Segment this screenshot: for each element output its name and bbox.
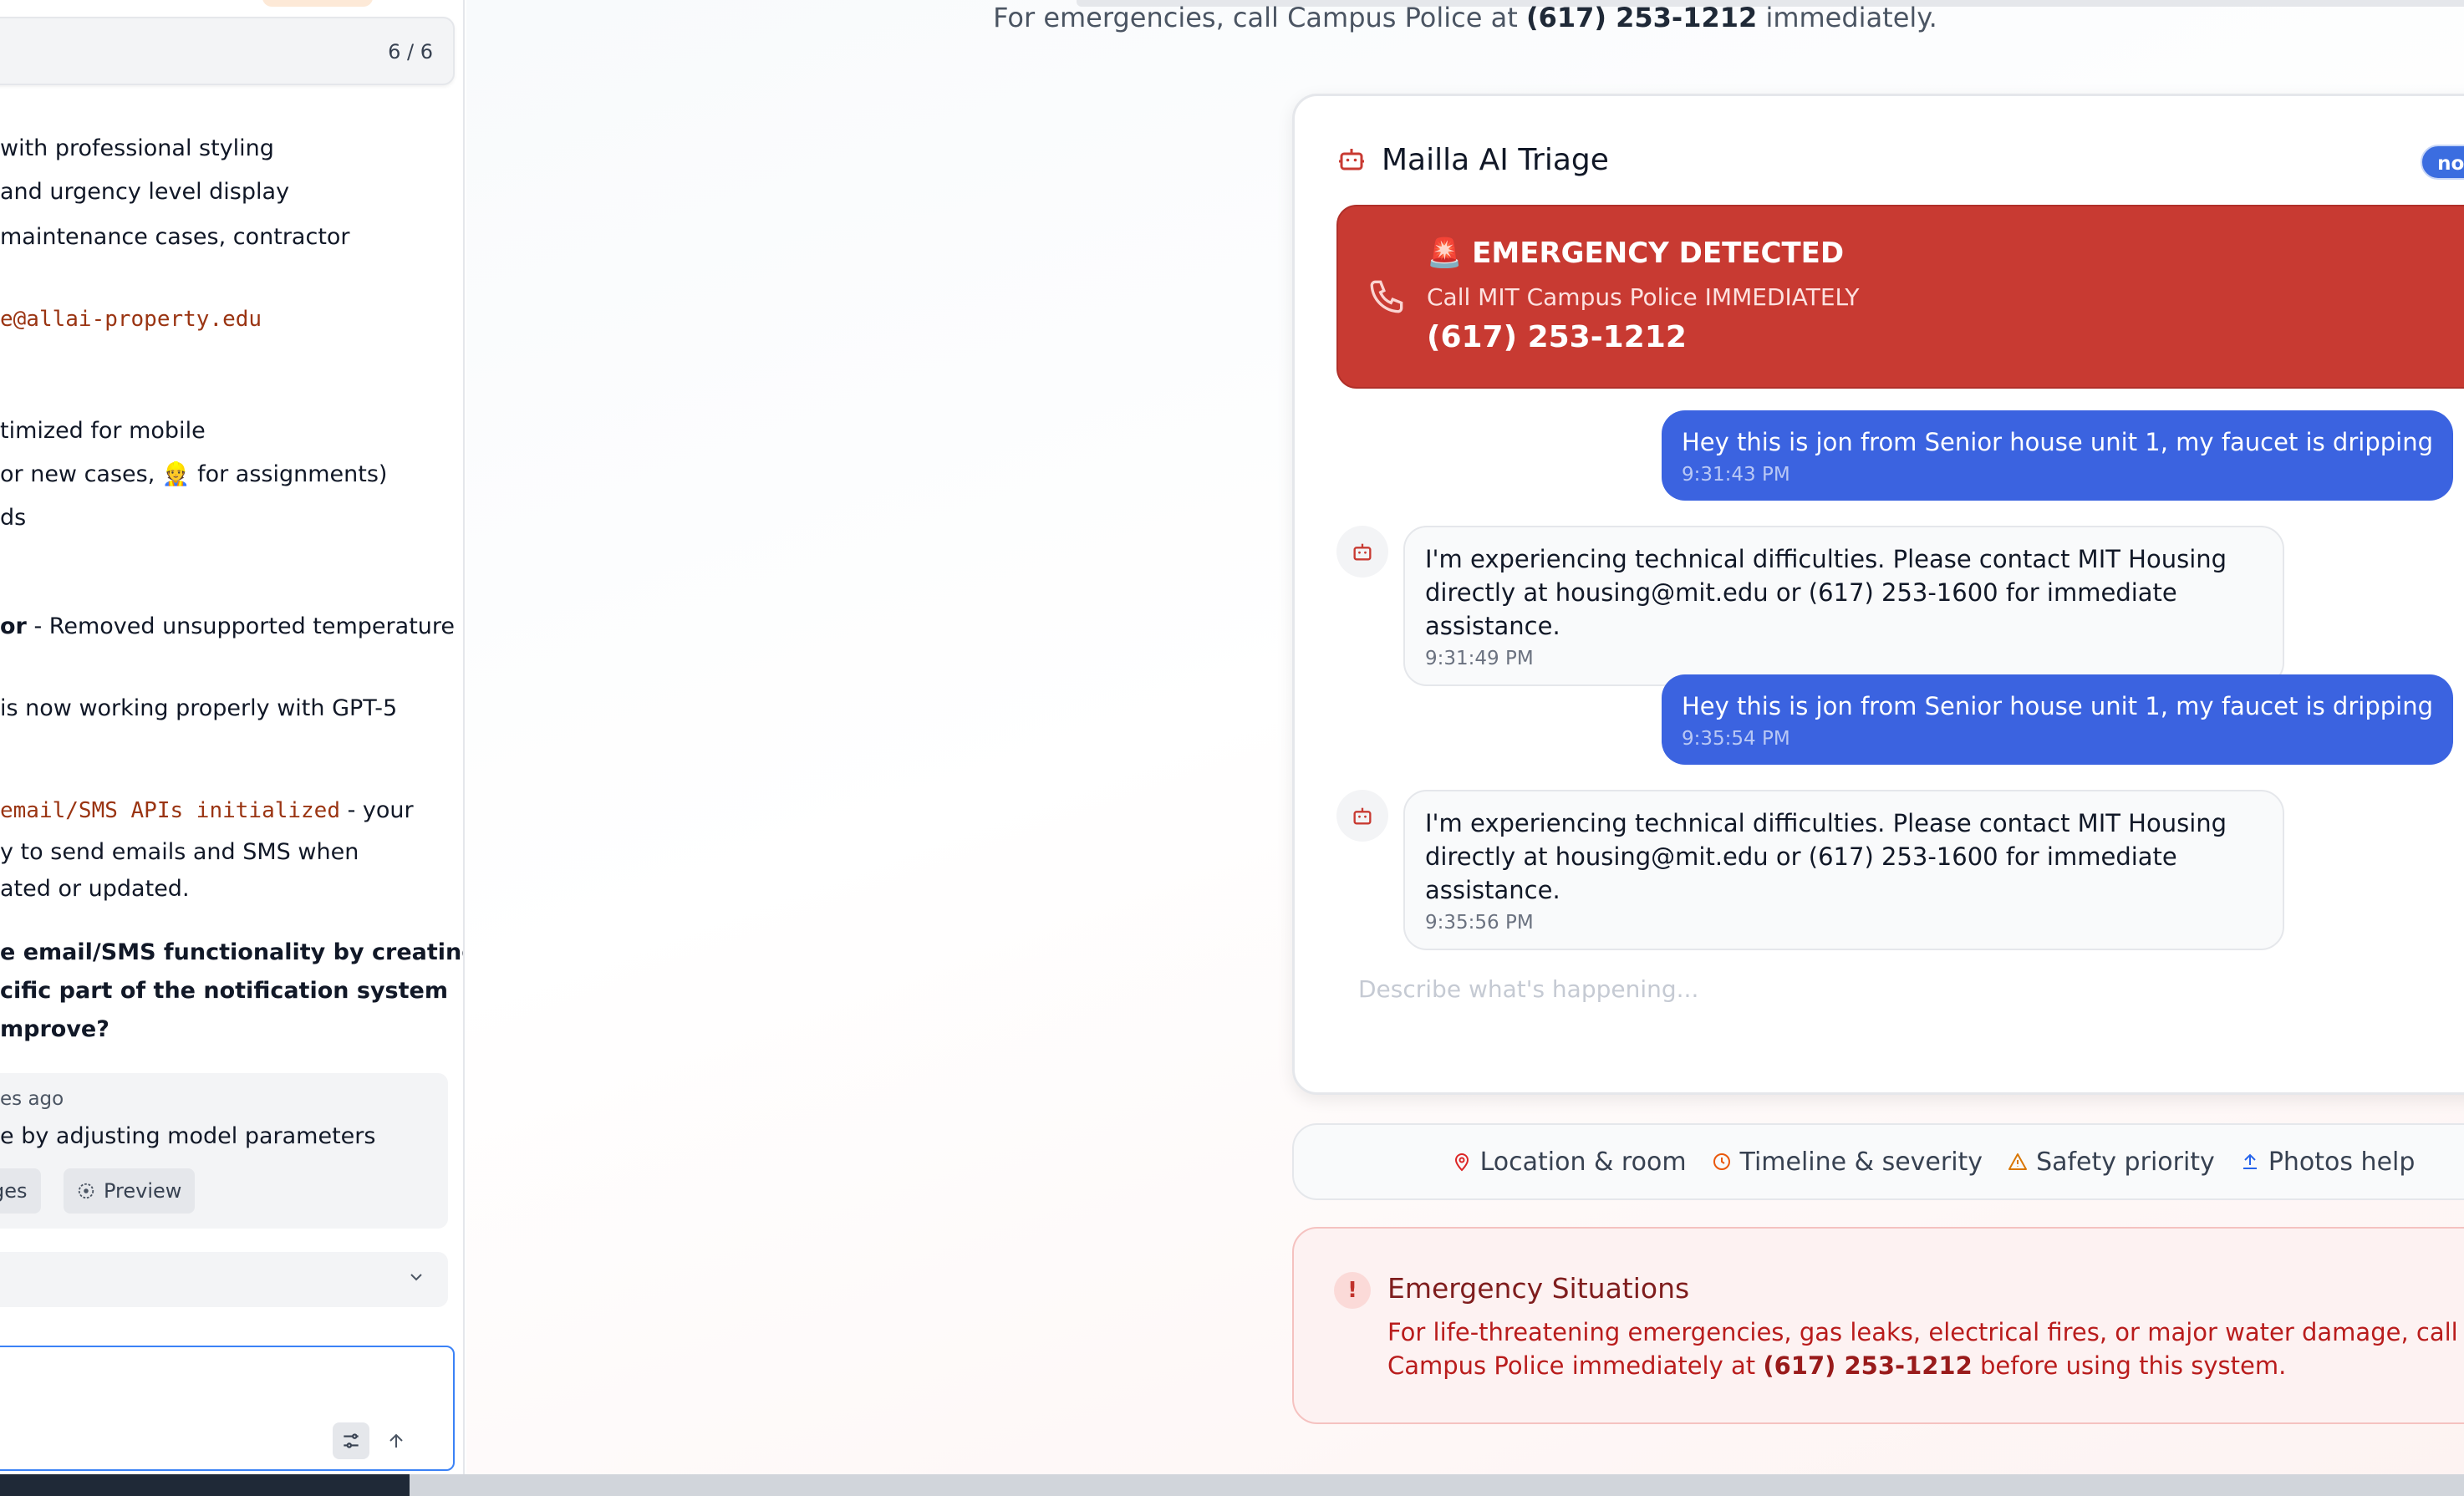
log-line: timized for mobile [0, 418, 206, 444]
screen: 6 / 6 with professional styling and urge… [0, 0, 2464, 1496]
message-time: 9:35:54 PM [1682, 728, 1790, 750]
message-time: 9:31:43 PM [1682, 464, 1790, 486]
message-composer: Describe what's happening... [1336, 959, 2464, 1020]
question-line: e email/SMS functionality by creating a [0, 939, 465, 965]
assistant-message: I'm experiencing technical difficulties.… [1403, 790, 2284, 950]
log-line-bold: or [0, 613, 27, 639]
tip-label: Safety priority [2036, 1147, 2215, 1177]
alert-icon: ! [1334, 1272, 1371, 1309]
log-line-text: - Removed unsupported temperature [26, 613, 456, 639]
log-line: email/SMS APIs initialized - your [0, 796, 414, 826]
log-line: is now working properly with GPT-5 [0, 695, 398, 721]
warning-icon [2008, 1153, 2028, 1170]
log-line: and urgency level display [0, 179, 290, 205]
upload-icon [2243, 1153, 2257, 1169]
robot-icon [1336, 144, 1367, 177]
tip-label: Photos help [2268, 1147, 2416, 1177]
tip-label: Timeline & severity [1739, 1147, 1983, 1177]
emergency-alert: 🚨 EMERGENCY DETECTED Call MIT Campus Pol… [1336, 205, 2464, 389]
log-line: with professional styling [0, 135, 274, 161]
bot-avatar [1336, 526, 1388, 578]
emergency-text-phone: (617) 253-1212 [1763, 1351, 1973, 1380]
chevron-down-icon [406, 1267, 426, 1292]
bot-avatar [1336, 790, 1388, 842]
checkpoint-header[interactable]: 6 / 6 [0, 17, 455, 85]
tip-timeline: Timeline & severity [1712, 1147, 1983, 1177]
taskbar-dark-segment [0, 1474, 410, 1496]
send-arrow-up-icon[interactable] [378, 1422, 415, 1459]
log-line: or - Removed unsupported temperature [0, 612, 455, 642]
emergency-subtext: Call MIT Campus Police IMMEDIATELY [1427, 283, 1860, 311]
checkpoint-counter: 6 / 6 [388, 40, 433, 64]
history-time: es ago [0, 1088, 64, 1110]
log-line: ds [0, 505, 27, 531]
triage-page: For emergencies, call Campus Police at (… [466, 0, 2464, 1474]
history-text: e by adjusting model parameters [0, 1123, 376, 1149]
question-line: cific part of the notification system [0, 978, 448, 1004]
message-text: Hey this is jon from Senior house unit 1… [1682, 692, 2433, 720]
message-time: 9:31:49 PM [1425, 648, 1534, 669]
tip-safety: Safety priority [2008, 1147, 2215, 1177]
log-line: y to send emails and SMS when [0, 839, 359, 865]
question-line: mprove? [0, 1016, 109, 1042]
tip-photos: Photos help [2240, 1147, 2416, 1177]
history-card: es ago e by adjusting model parameters g… [0, 1073, 448, 1229]
assistant-message: I'm experiencing technical difficulties.… [1403, 526, 2284, 686]
preview-icon [78, 1183, 94, 1199]
top-note-phone: (617) 253-1212 [1525, 2, 1758, 33]
log-line: ated or updated. [0, 876, 190, 902]
message-time: 9:35:56 PM [1425, 912, 1534, 934]
log-line: or new cases, 👷 for assignments) [0, 461, 388, 487]
settings-sliders-icon[interactable] [333, 1422, 369, 1459]
message-text: I'm experiencing technical difficulties.… [1425, 809, 2227, 904]
tip-label: Location & room [1479, 1147, 1687, 1177]
emergency-heading: 🚨 EMERGENCY DETECTED [1427, 237, 1845, 270]
chat-title-text: Mailla AI Triage [1382, 143, 1609, 177]
collapsible-section[interactable] [0, 1252, 448, 1307]
changes-button[interactable]: ges [0, 1168, 41, 1214]
assistant-message-input[interactable] [0, 1346, 455, 1471]
assistant-side-panel: 6 / 6 with professional styling and urge… [0, 0, 465, 1474]
urgency-badge: normal [2421, 145, 2464, 180]
emergency-text-after: before using this system. [1980, 1351, 2287, 1380]
emergency-situations-text: For life-threatening emergencies, gas le… [1387, 1315, 2464, 1382]
tip-location: Location & room [1452, 1147, 1687, 1177]
robot-icon [1353, 807, 1372, 825]
message-input[interactable]: Describe what's happening... [1358, 975, 1698, 1003]
phone-icon [1367, 275, 1408, 320]
log-line-email: e@allai-property.edu [0, 307, 262, 332]
chat-title: Mailla AI Triage [1336, 143, 1609, 177]
log-line-text: - your [340, 797, 414, 823]
map-pin-icon [1454, 1153, 1469, 1172]
emergency-phone[interactable]: (617) 253-1212 [1427, 320, 1687, 354]
emergency-situations-title: Emergency Situations [1387, 1272, 1690, 1305]
user-message: Hey this is jon from Senior house unit 1… [1662, 674, 2453, 765]
log-line: maintenance cases, contractor [0, 224, 350, 250]
preview-button[interactable]: Preview [64, 1168, 196, 1214]
robot-icon [1353, 543, 1372, 561]
top-emergency-note: For emergencies, call Campus Police at (… [466, 2, 2464, 33]
triage-chat-card: Mailla AI Triage normal 🚨 EMERGENCY DETE… [1292, 94, 2464, 1095]
log-line-code: email/SMS APIs initialized [0, 798, 340, 823]
message-text: Hey this is jon from Senior house unit 1… [1682, 428, 2433, 456]
message-text: I'm experiencing technical difficulties.… [1425, 545, 2227, 640]
top-note-suffix: immediately. [1765, 2, 1937, 33]
taskbar-strip [0, 1474, 2464, 1496]
emergency-situations-panel: ! Emergency Situations For life-threaten… [1292, 1227, 2464, 1424]
preview-label: Preview [104, 1179, 182, 1203]
reporting-tips-bar: Location & room Timeline & severity Safe… [1292, 1123, 2464, 1200]
user-message: Hey this is jon from Senior house unit 1… [1662, 410, 2453, 501]
clock-icon [1713, 1153, 1730, 1170]
top-note-prefix: For emergencies, call Campus Police at [993, 2, 1518, 33]
status-chip [262, 0, 373, 7]
